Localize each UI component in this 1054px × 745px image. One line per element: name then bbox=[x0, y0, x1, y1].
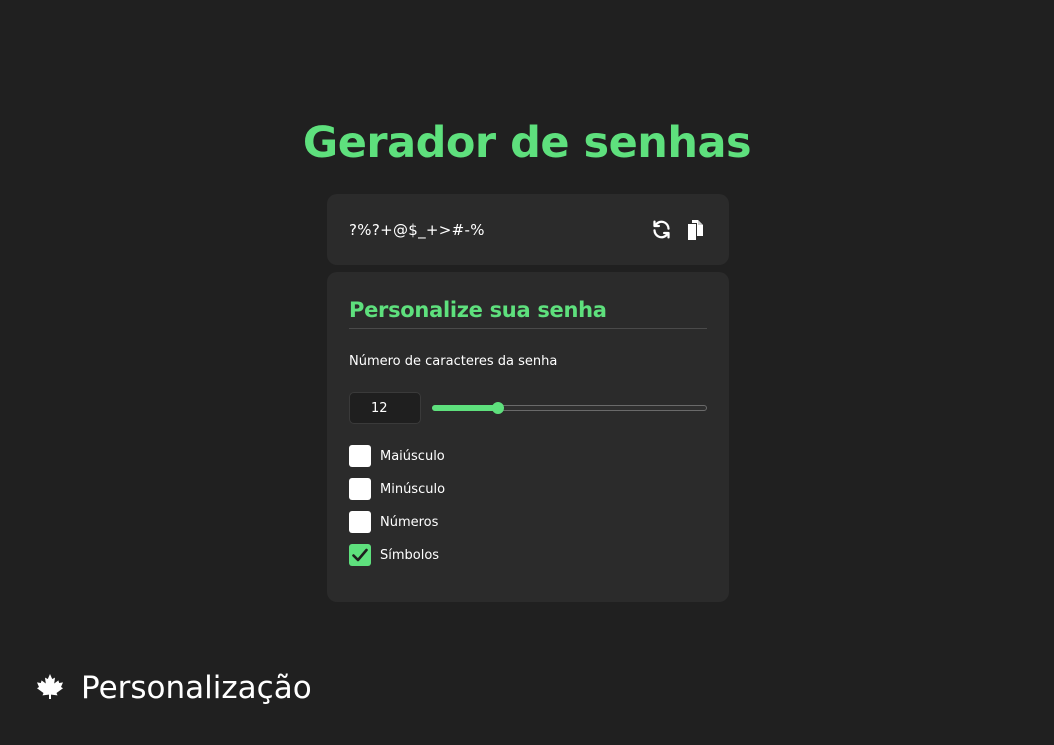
page: Gerador de senhas ?%?+@$_+>#-% Personali… bbox=[0, 0, 1054, 745]
slider-thumb[interactable] bbox=[492, 402, 504, 414]
checkbox[interactable] bbox=[349, 445, 371, 467]
footer-label: Personalização bbox=[81, 670, 312, 706]
checkbox[interactable] bbox=[349, 478, 371, 500]
option-minusculo[interactable]: Minúsculo bbox=[349, 478, 707, 500]
length-row bbox=[349, 392, 707, 424]
footer: Personalização bbox=[36, 670, 312, 706]
option-label: Símbolos bbox=[380, 547, 440, 563]
checkbox[interactable] bbox=[349, 544, 371, 566]
page-title: Gerador de senhas bbox=[302, 118, 752, 168]
option-simbolos[interactable]: Símbolos bbox=[349, 544, 707, 566]
generated-password: ?%?+@$_+>#-% bbox=[349, 220, 485, 239]
length-label: Número de caracteres da senha bbox=[349, 354, 558, 369]
option-label: Minúsculo bbox=[380, 481, 446, 497]
options-list: Maiúsculo Minúsculo Números Símbolos bbox=[349, 445, 707, 566]
settings-title: Personalize sua senha bbox=[349, 298, 707, 329]
length-input[interactable] bbox=[349, 392, 421, 424]
option-label: Números bbox=[380, 514, 439, 530]
option-numeros[interactable]: Números bbox=[349, 511, 707, 533]
password-display: ?%?+@$_+>#-% bbox=[327, 194, 729, 265]
check-icon bbox=[352, 548, 368, 562]
settings-card: Personalize sua senha Número de caracter… bbox=[327, 272, 729, 602]
refresh-icon[interactable] bbox=[649, 218, 673, 242]
copy-icon[interactable] bbox=[683, 218, 707, 242]
length-slider[interactable] bbox=[432, 398, 707, 418]
option-maiusculo[interactable]: Maiúsculo bbox=[349, 445, 707, 467]
checkbox[interactable] bbox=[349, 511, 371, 533]
slider-fill bbox=[432, 405, 498, 411]
maple-leaf-icon bbox=[36, 673, 64, 703]
option-label: Maiúsculo bbox=[380, 448, 445, 464]
